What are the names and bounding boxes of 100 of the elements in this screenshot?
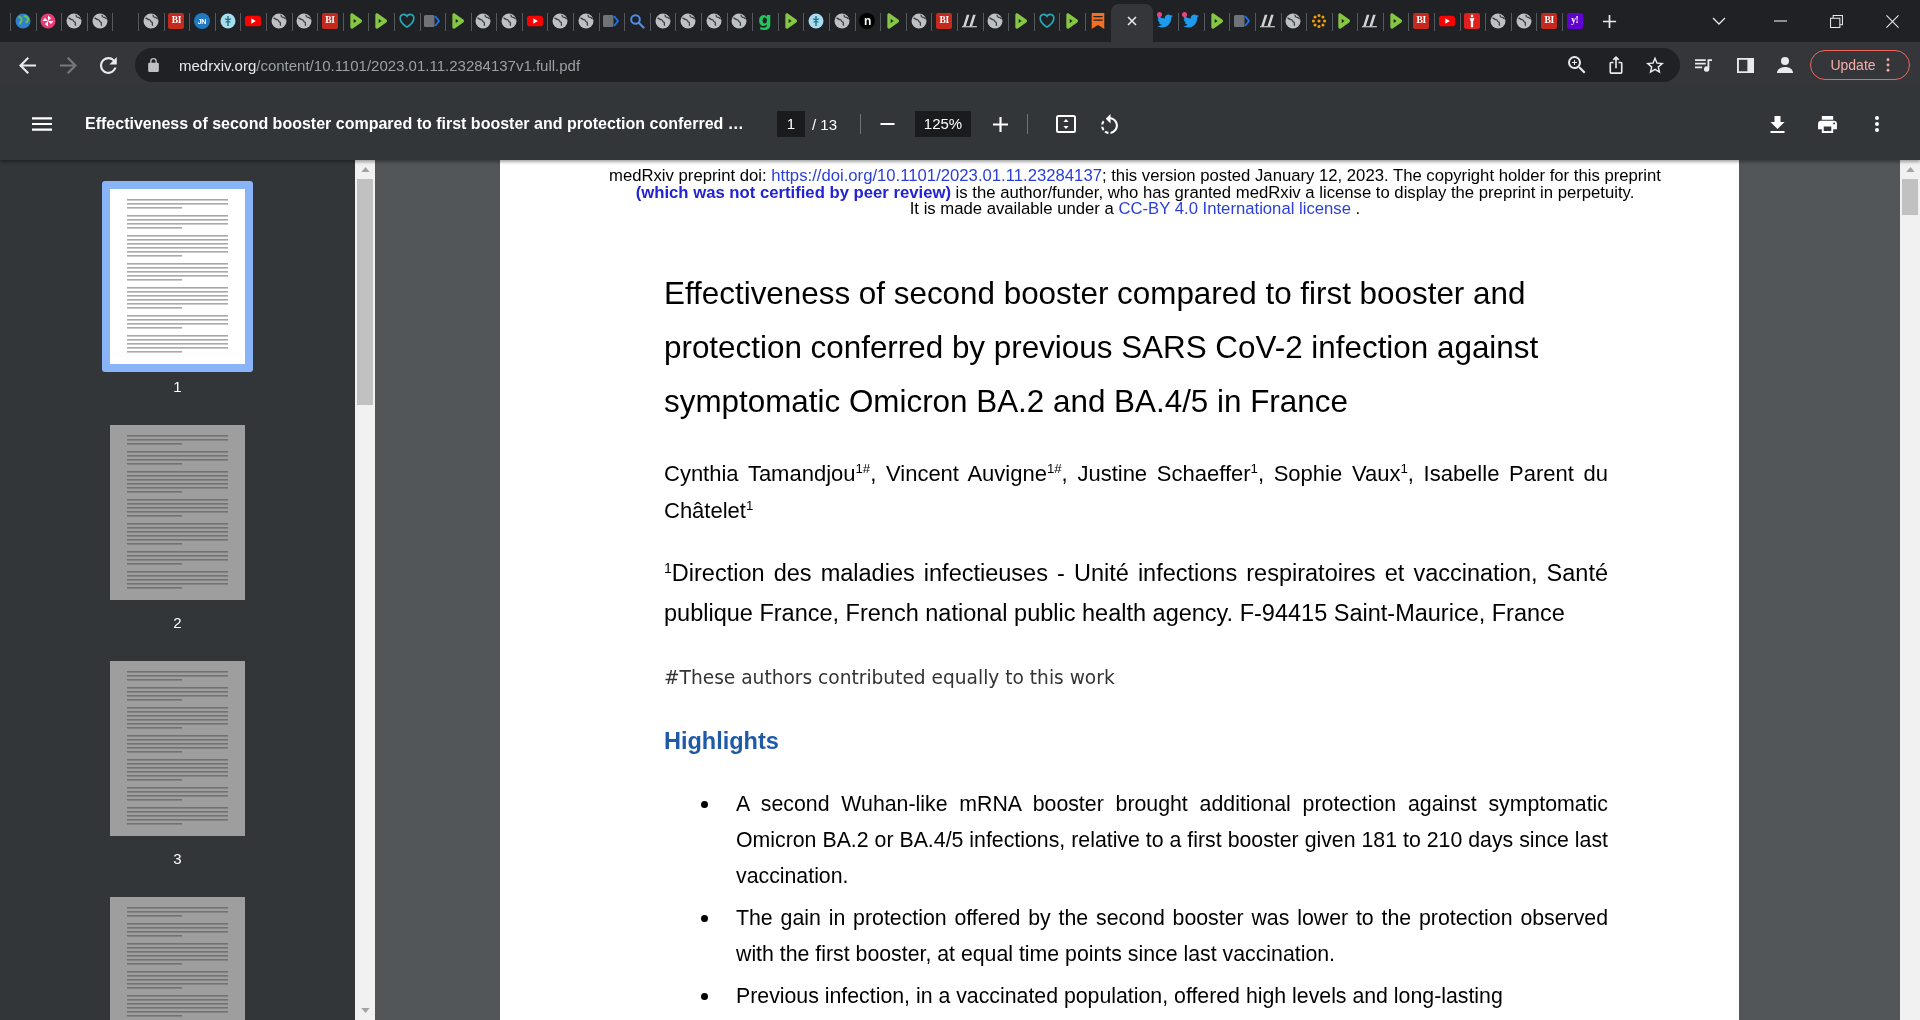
bird-icon [1157,13,1174,29]
slanted-bars-icon [1362,13,1379,29]
favicon-logo: n [859,13,876,29]
video-play-icon [245,13,262,29]
globe-icon [705,13,722,29]
notice-link[interactable]: https://doi.org/10.1101/2023.01.11.23284137 [771,166,1102,185]
document-title: Effectiveness of second booster compared to first booster and protection conferred … [85,115,744,132]
play-icon [782,13,799,29]
address-bar[interactable]: medrxiv.org/content/10.1101/2023.01.11.23284137v1.full.pdf [135,48,1680,82]
rotate-icon [1100,114,1118,134]
browser-tab[interactable]: BI [1408,4,1435,42]
pinwheel-icon [40,13,57,29]
browser-tab[interactable]: BI [317,4,343,42]
preprint-notice-line: medRxiv preprint doi: https://doi.org/10.1101/2023.01.11.23284137; this version posted January 12, 2023. The copyright holder for this preprint [608,168,1662,185]
zoom-in-icon [1568,56,1586,74]
chevron-tile-icon [603,13,620,29]
browser-tab[interactable] [1110,4,1153,42]
back-arrow-icon [18,56,36,74]
slanted-bars-icon [961,13,978,29]
chevron-tile-icon [1234,13,1251,29]
favicon-logo: BI [1413,13,1430,29]
page-number-label: 2 [173,613,182,633]
playlist-icon [1694,56,1712,74]
globe-icon [91,13,108,29]
scrollbar-thumb[interactable] [1902,179,1918,215]
scrollbar[interactable] [1900,160,1920,1020]
browser-tab[interactable]: BI [931,4,957,42]
chevron-down-icon [1712,17,1726,25]
play-icon [1064,13,1081,29]
favicon-logo: BI [1541,13,1558,29]
reload-icon [99,56,117,74]
bullet-icon [701,800,708,808]
globe-icon [552,13,569,29]
profile-icon [1777,57,1793,73]
side-panel-icon [1736,56,1754,74]
section-heading: Highlights [664,726,780,755]
video-play-icon [1438,13,1455,29]
scrollbar-thumb[interactable] [357,179,373,405]
globe-icon [1490,13,1507,29]
author-list: Cynthia Tamandjou$^{1#}$, Vincent Auvigne$^{1#}$, Justine Schaeffer$^{1}$, Sophie Vaux$^{1}$, Isabelle Parent du Châtelet$^{1}$ [664,454,1608,529]
highlight-text: Previous infection, in a vaccinated population, offered high levels and long-lasting [736,982,1504,1010]
browser-tab[interactable]: y! [1562,4,1588,42]
restore-icon [1829,14,1843,28]
globe-icon [680,13,697,29]
bullet-icon [701,914,708,922]
scrollbar[interactable] [355,160,375,1020]
footnote-text: #These authors contributed equally to this work [664,665,1116,690]
preprint-notice-line: (which was not certified by peer review) is the author/funder, who has granted medRxiv a license to display the preprint in perpetuity. [634,184,1635,202]
bookmark-icon [1089,13,1106,29]
globe-icon [66,13,82,29]
plus-icon [1602,13,1618,29]
heart-icon [398,13,415,29]
page-count-text: / 13 [812,115,838,133]
globe-icon [1285,13,1302,29]
url-text: medrxiv.org/content/10.1101/2023.01.11.23284137v1.full.pdf [179,56,581,74]
torch-icon [1464,13,1481,29]
printer-icon [1817,115,1837,133]
video-play-icon [526,13,543,29]
more-vertical-icon [1875,116,1879,132]
favicon-logo: BI [168,13,185,29]
favicon-logo: g [758,12,772,30]
play-icon [1012,13,1029,29]
browser-tab[interactable]: BI [1536,4,1563,42]
highlight-text: A second Wuhan-like mRNA booster brought additional protection against symptomatic Omicron BA.2 or BA.4/5 infections, relative to a first booster given 181 to 210 days since last vaccination. [736,790,1608,890]
star-icon [1646,56,1664,74]
paper-title: Effectiveness of second booster compared to first booster and protection conferred by previous SARS CoV-2 infection against symptomatic Omicron BA.2 and BA.4/5 in France [664,274,1540,421]
more-vertical-icon [1885,58,1890,72]
globe-icon [987,13,1004,29]
heart-icon [1038,13,1055,29]
forward-arrow-icon [59,56,77,74]
bird-icon [1182,13,1199,29]
globe-icon [731,13,748,29]
lock-icon [148,58,159,72]
play-icon [449,13,466,29]
globe-icon [654,13,671,29]
menu-icon [32,117,52,131]
globe-icon [577,13,594,29]
browser-tab[interactable]: BI [163,4,190,42]
bullet-icon [701,992,708,1000]
play-icon [1387,13,1404,29]
browser-tab[interactable]: g [752,4,778,42]
page-number-field[interactable]: 1 [777,111,805,137]
globe-icon [501,13,518,29]
minimize-icon [1773,20,1787,22]
share-icon [1607,56,1625,74]
play-icon [1208,13,1225,29]
fit-page-icon [1056,115,1077,133]
page-thumbnail[interactable] [102,181,253,372]
close-icon [1885,14,1899,28]
favicon-logo: BI [936,13,953,29]
favicon-logo: BI [321,13,338,29]
play-icon [885,13,901,29]
globe-icon [1515,13,1532,29]
globe-icon [910,13,927,29]
play-icon [1336,13,1353,29]
browser-tab[interactable]: n [854,4,881,42]
dotted-ring-icon [1310,13,1327,29]
favicon-logo: y! [1566,13,1583,29]
globe-icon [833,13,850,29]
zoom-level-field[interactable]: 125% [915,111,972,137]
